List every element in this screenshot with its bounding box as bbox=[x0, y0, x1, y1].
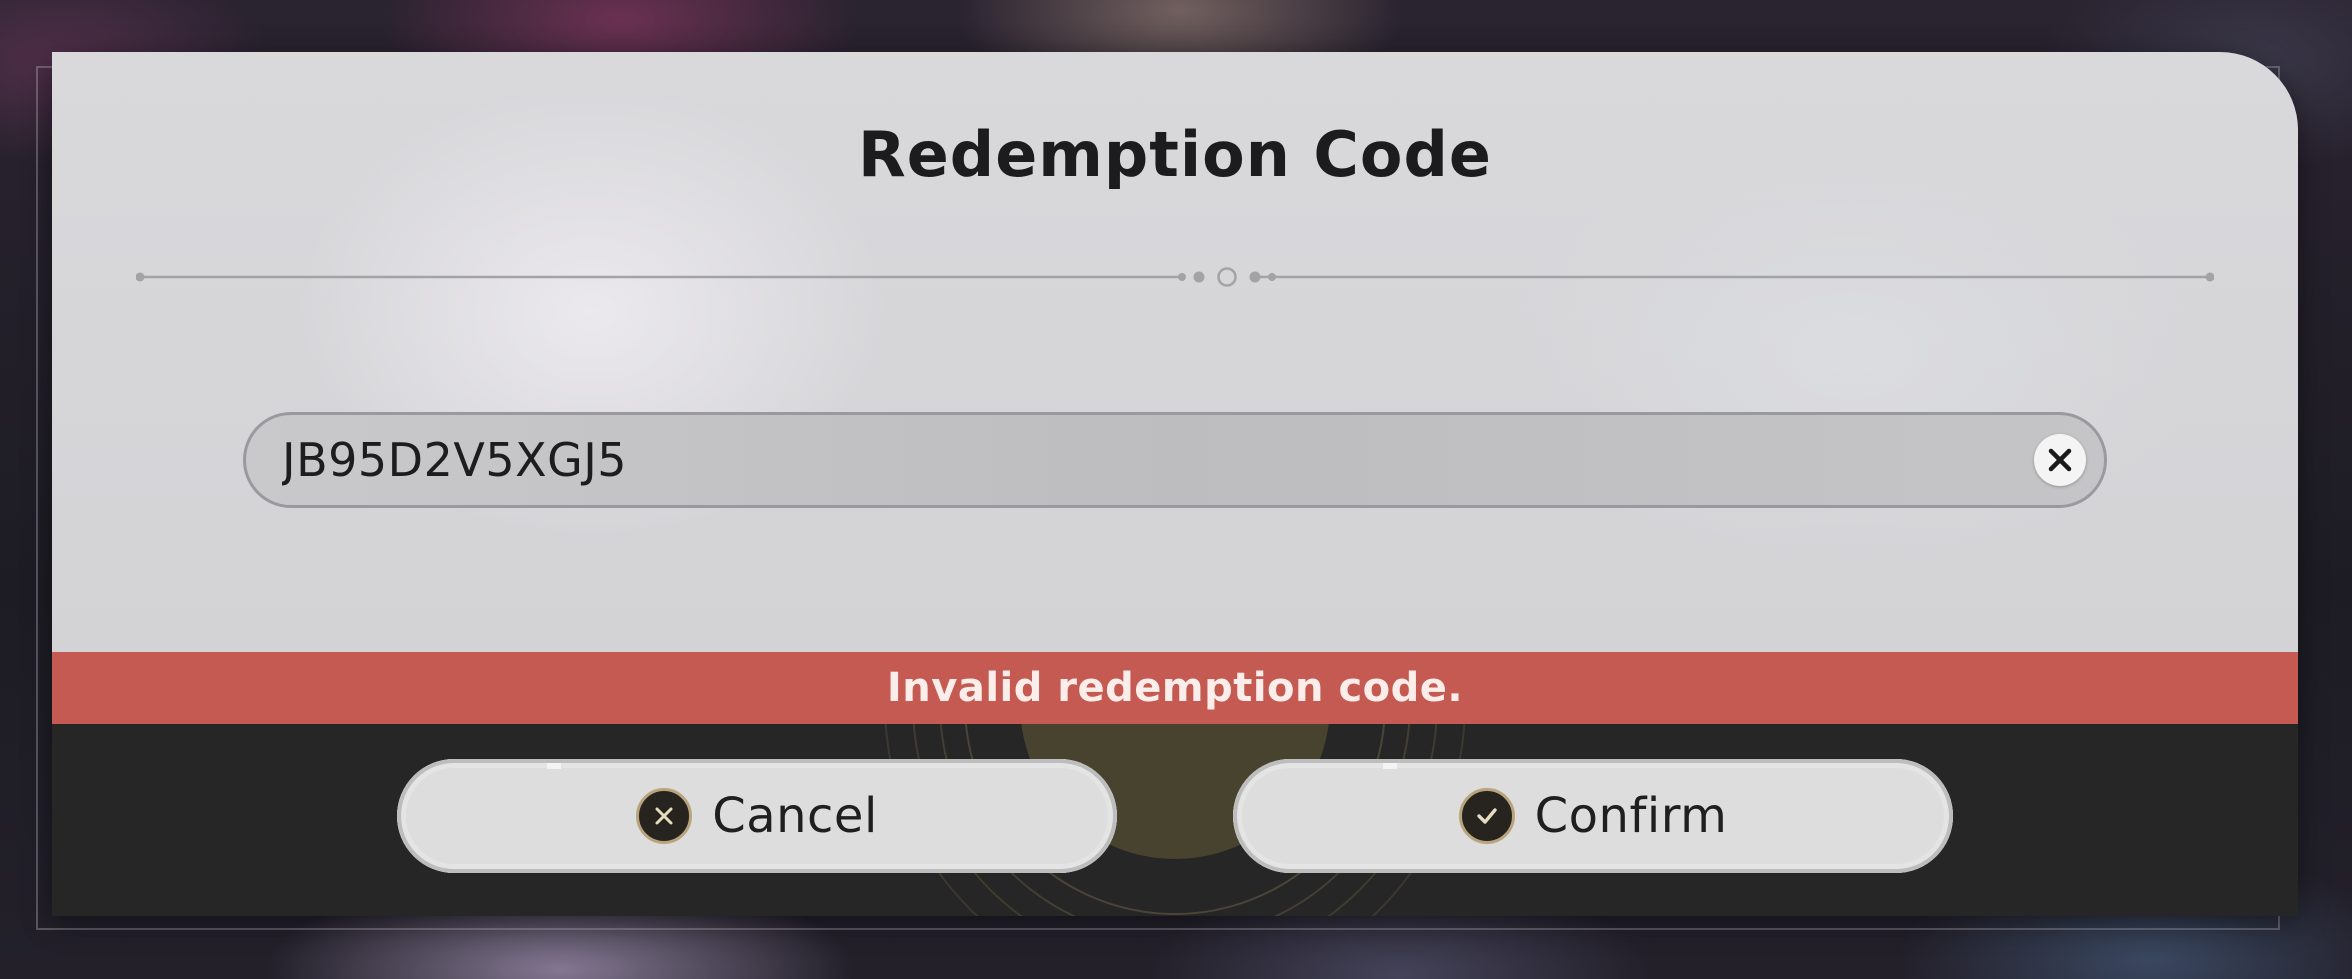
close-icon bbox=[2048, 448, 2072, 472]
redemption-code-input[interactable] bbox=[282, 415, 1982, 505]
error-message: Invalid redemption code. bbox=[886, 665, 1464, 711]
confirm-button-label: Confirm bbox=[1534, 788, 1728, 844]
footer-decoration bbox=[884, 724, 1466, 916]
error-banner: Invalid redemption code. bbox=[52, 652, 2298, 724]
title-divider bbox=[136, 267, 2214, 287]
button-notch bbox=[547, 763, 561, 769]
check-circle-icon bbox=[1458, 788, 1515, 844]
confirm-button[interactable]: Confirm bbox=[1233, 759, 1953, 873]
cancel-button-label: Cancel bbox=[712, 788, 878, 844]
dialog-body: Redemption Code bbox=[52, 52, 2298, 652]
code-input-container bbox=[243, 412, 2107, 508]
dialog-footer: Cancel Confirm bbox=[52, 724, 2298, 916]
x-circle-icon bbox=[636, 788, 693, 844]
clear-input-button[interactable] bbox=[2034, 434, 2086, 486]
redemption-code-dialog: Redemption Code Invalid redemption code. bbox=[52, 52, 2298, 916]
cancel-button[interactable]: Cancel bbox=[397, 759, 1117, 873]
button-notch bbox=[1383, 763, 1397, 769]
dialog-title: Redemption Code bbox=[858, 118, 1492, 191]
